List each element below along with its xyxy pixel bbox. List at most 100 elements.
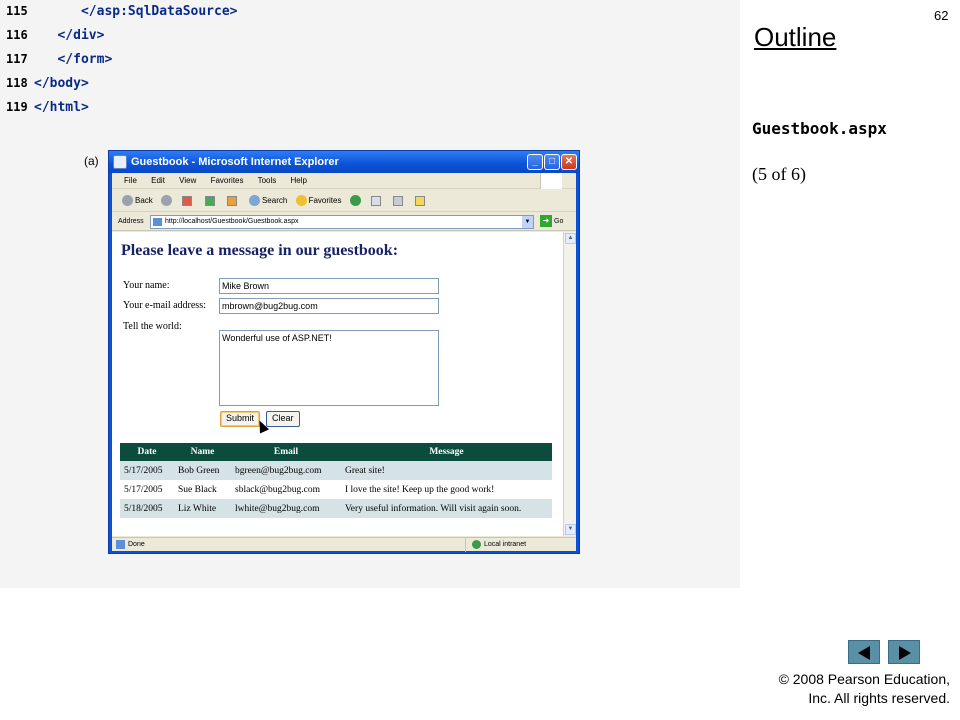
browser-client: File Edit View Favorites Tools Help Back…: [112, 173, 576, 552]
address-input[interactable]: http://localhost/Guestbook/Guestbook.asp…: [150, 215, 534, 229]
previous-slide-button[interactable]: [848, 640, 880, 664]
clear-button[interactable]: Clear: [266, 411, 300, 427]
ie-icon: [113, 155, 127, 169]
refresh-button[interactable]: [204, 190, 219, 212]
back-label: Back: [135, 196, 153, 205]
scroll-down-icon[interactable]: ▼: [565, 524, 576, 535]
maximize-button[interactable]: □: [544, 154, 560, 170]
slide-number: 62: [934, 8, 949, 23]
mail-button[interactable]: [370, 190, 385, 212]
code-text: </asp:SqlDataSource>: [34, 4, 238, 19]
go-button[interactable]: ➜ Go: [540, 215, 563, 229]
code-text: </div>: [34, 28, 105, 43]
print-icon: [393, 195, 404, 206]
menu-tools[interactable]: Tools: [258, 176, 277, 185]
security-zone: Local intranet: [465, 538, 526, 552]
favorites-button[interactable]: Favorites: [295, 190, 341, 212]
print-button[interactable]: [393, 190, 407, 212]
back-button[interactable]: Back: [122, 190, 153, 212]
cell-email: lwhite@bug2bug.com: [231, 499, 341, 518]
code-panel: 115 </asp:SqlDataSource> 116 </div> 117 …: [0, 0, 740, 588]
scroll-up-icon[interactable]: ▲: [565, 233, 576, 244]
vertical-scrollbar[interactable]: ▲ ▼: [563, 232, 576, 536]
address-url: http://localhost/Guestbook/Guestbook.asp…: [165, 218, 299, 225]
cell-date: 5/17/2005: [120, 480, 174, 499]
search-label: Search: [261, 196, 288, 205]
go-label: Go: [554, 218, 564, 225]
home-icon: [226, 195, 237, 206]
forward-button[interactable]: [161, 190, 174, 212]
cell-email: sblack@bug2bug.com: [231, 480, 341, 499]
status-text: Done: [128, 541, 145, 548]
file-name: Guestbook.aspx: [752, 119, 887, 138]
cell-name: Liz White: [174, 499, 231, 518]
page-done-icon: [116, 539, 125, 549]
menu-view[interactable]: View: [179, 176, 196, 185]
history-icon: [349, 195, 361, 207]
menu-favorites[interactable]: Favorites: [211, 176, 244, 185]
page-indicator: (5 of 6): [752, 164, 806, 184]
copyright-notice: © 2008 Pearson Education, Inc. All right…: [779, 670, 950, 708]
cell-message: Great site!: [341, 461, 552, 480]
cell-name: Bob Green: [174, 461, 231, 480]
page-icon: [153, 218, 162, 226]
cell-email: bgreen@bug2bug.com: [231, 461, 341, 480]
code-text: </body>: [34, 76, 89, 91]
name-label: Your name:: [123, 280, 170, 291]
code-line: 115 </asp:SqlDataSource>: [6, 1, 238, 21]
edit-button[interactable]: [415, 190, 429, 212]
home-button[interactable]: [226, 190, 241, 212]
next-slide-button[interactable]: [888, 640, 920, 664]
code-text: </form>: [34, 52, 113, 67]
line-number: 119: [6, 100, 28, 114]
search-icon: [248, 195, 260, 207]
code-line: 117 </form>: [6, 49, 112, 69]
cell-date: 5/18/2005: [120, 499, 174, 518]
back-arrow-icon: [122, 195, 133, 207]
stop-button[interactable]: [182, 190, 196, 212]
header-name: Name: [174, 443, 231, 461]
browser-titlebar: Guestbook - Microsoft Internet Explorer …: [109, 151, 579, 173]
line-number: 117: [6, 52, 28, 66]
table-row: 5/17/2005 Sue Black sblack@bug2bug.com I…: [120, 480, 552, 499]
outline-link[interactable]: Outline: [754, 22, 836, 53]
menu-bar: File Edit View Favorites Tools Help: [112, 173, 576, 189]
message-textarea[interactable]: Wonderful use of ASP.NET!: [219, 330, 439, 406]
browser-title: Guestbook - Microsoft Internet Explorer: [131, 156, 339, 168]
minimize-button[interactable]: _: [527, 154, 543, 170]
menu-file[interactable]: File: [124, 176, 137, 185]
stop-icon: [182, 195, 193, 206]
history-button[interactable]: [349, 190, 363, 212]
table-row: 5/17/2005 Bob Green bgreen@bug2bug.com G…: [120, 461, 552, 480]
header-email: Email: [231, 443, 341, 461]
submit-button[interactable]: Submit: [220, 411, 261, 427]
address-dropdown-icon[interactable]: ▼: [522, 216, 533, 228]
guestbook-table: Date Name Email Message 5/17/2005 Bob Gr…: [120, 443, 552, 518]
address-label: Address: [118, 218, 144, 225]
cell-message: I love the site! Keep up the good work!: [341, 480, 552, 499]
star-icon: [295, 195, 307, 207]
right-arrow-icon: [899, 646, 911, 660]
menu-help[interactable]: Help: [291, 176, 307, 185]
cell-date: 5/17/2005: [120, 461, 174, 480]
intranet-icon: [472, 539, 481, 549]
copyright-line: Inc. All rights reserved.: [808, 690, 950, 706]
code-line: 116 </div>: [6, 25, 104, 45]
address-bar: Address http://localhost/Guestbook/Guest…: [112, 213, 576, 231]
mail-icon: [370, 195, 381, 206]
code-text: </html>: [34, 100, 89, 115]
go-arrow-icon: ➜: [540, 215, 552, 228]
table-row: 5/18/2005 Liz White lwhite@bug2bug.com V…: [120, 499, 552, 518]
close-button[interactable]: ✕: [561, 154, 577, 170]
line-number: 118: [6, 76, 28, 90]
name-input[interactable]: Mike Brown: [219, 278, 439, 294]
menu-edit[interactable]: Edit: [151, 176, 165, 185]
email-input[interactable]: mbrown@bug2bug.com: [219, 298, 439, 314]
cell-message: Very useful information. Will visit agai…: [341, 499, 552, 518]
table-header-row: Date Name Email Message: [120, 443, 552, 461]
refresh-icon: [204, 195, 215, 206]
search-button[interactable]: Search: [248, 190, 288, 212]
browser-window: Guestbook - Microsoft Internet Explorer …: [108, 150, 580, 554]
windows-logo-icon: [540, 173, 562, 189]
code-line: 118 </body>: [6, 73, 89, 93]
